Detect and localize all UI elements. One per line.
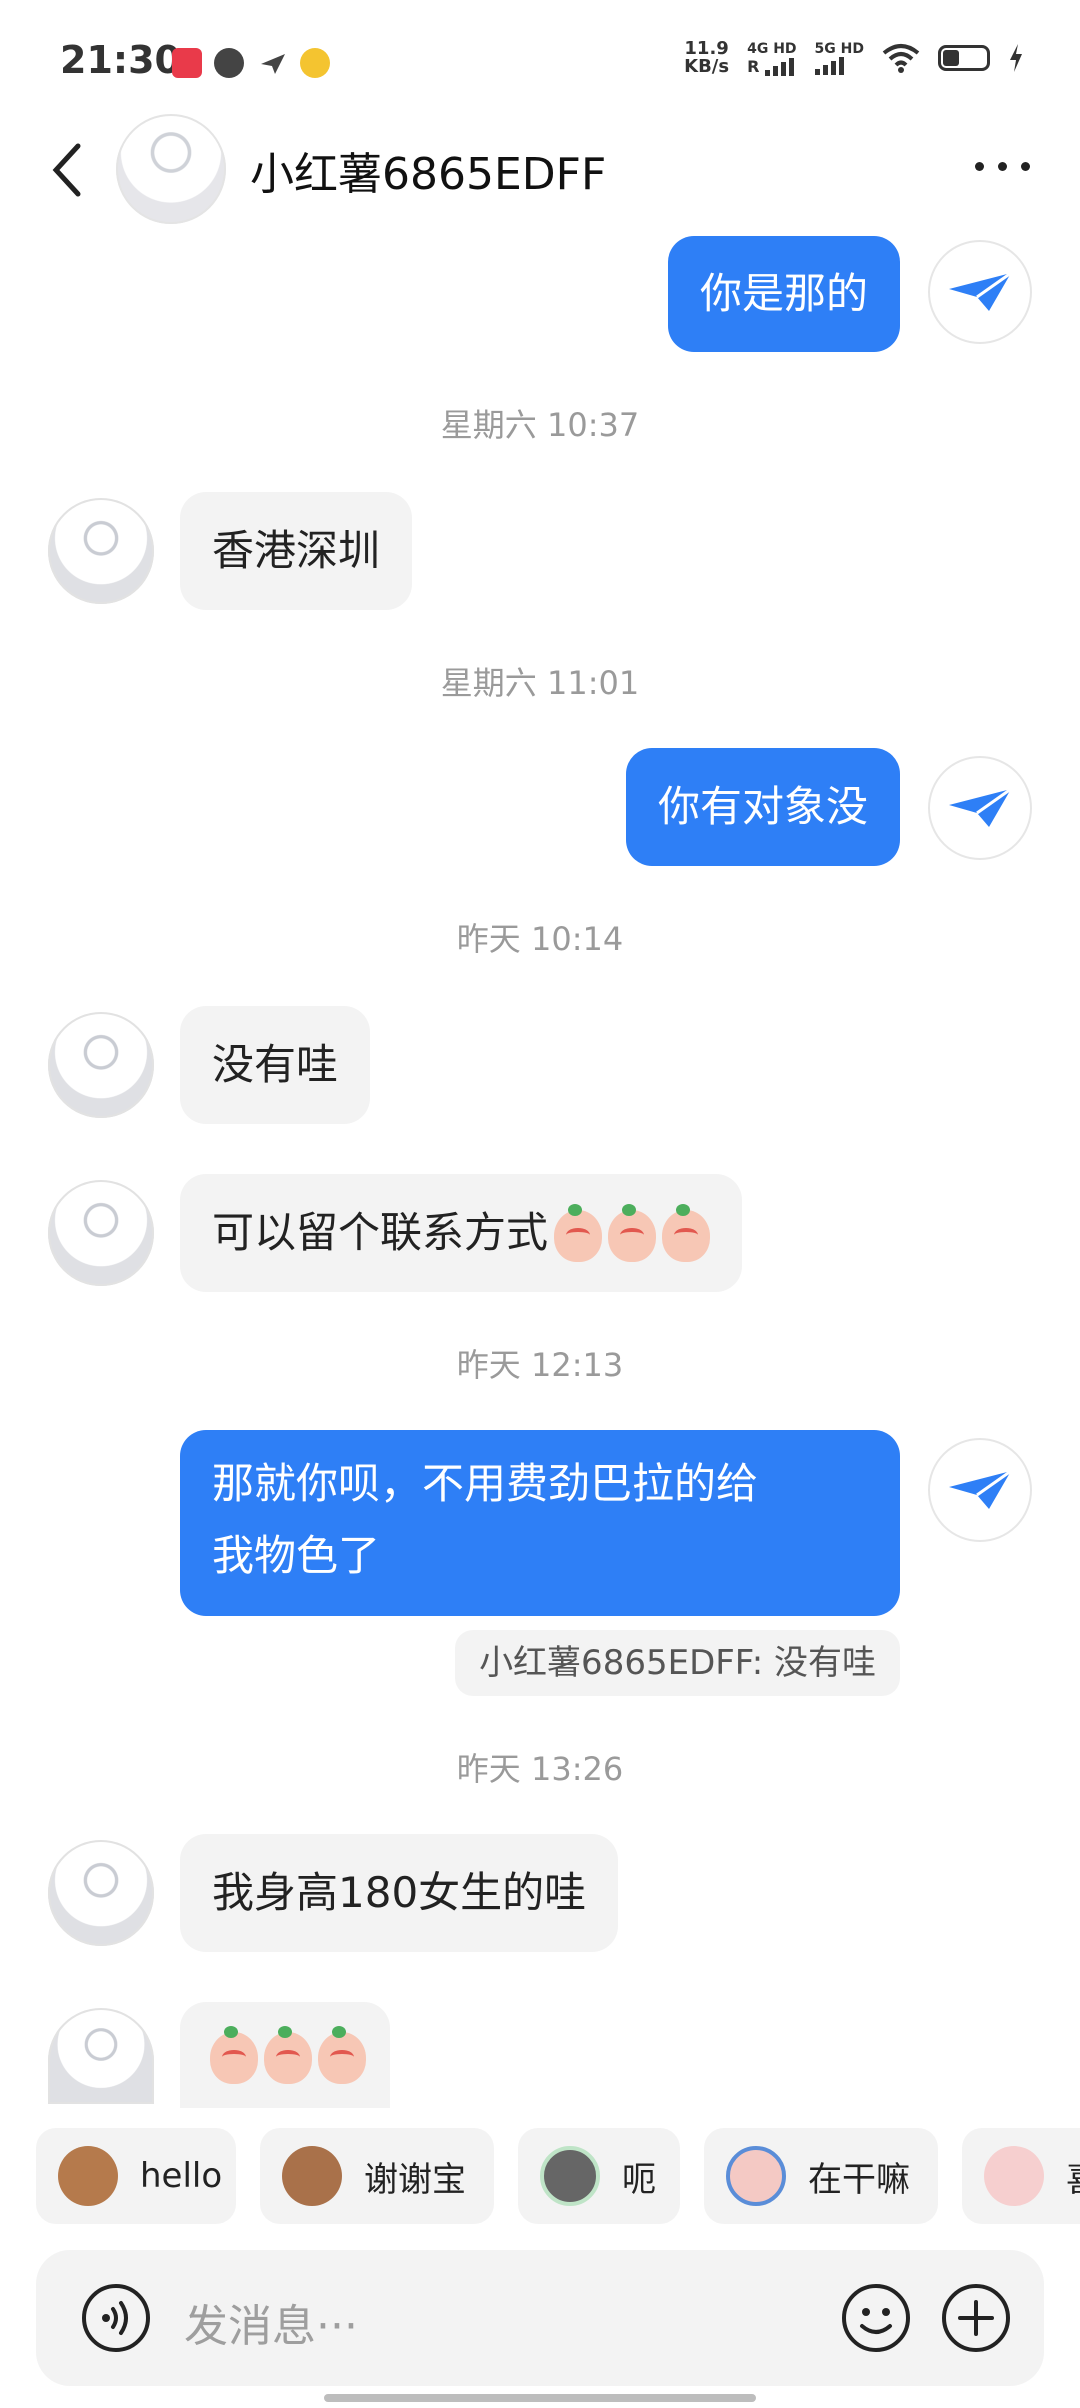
sticker-emoji-icon: [210, 2025, 258, 2084]
contact-avatar[interactable]: [48, 2008, 154, 2104]
send-notification-icon: [258, 48, 288, 78]
sticker-emoji-icon: [608, 1203, 657, 1262]
wifi-icon: [882, 44, 920, 73]
home-indicator[interactable]: [324, 2394, 756, 2402]
sticker-emoji-icon: [318, 2025, 366, 2084]
status-time: 21:30: [60, 38, 181, 82]
quick-reply-thanks[interactable]: 谢谢宝: [260, 2128, 494, 2224]
quick-reply-more[interactable]: 喜: [962, 2128, 1080, 2224]
message-input-bar: 发消息···: [36, 2250, 1044, 2386]
message-text: 可以留个联系方式: [212, 1208, 549, 1257]
outgoing-message[interactable]: 你有对象没: [625, 748, 900, 866]
voice-input-icon[interactable]: [80, 2282, 152, 2354]
quoted-reply[interactable]: 小红薯6865EDFF: 没有哇: [455, 1630, 900, 1696]
back-arrow-icon[interactable]: [48, 140, 88, 200]
pig-sticker-icon: [984, 2146, 1044, 2206]
monkey-sticker-icon: [58, 2146, 118, 2206]
add-attachment-icon[interactable]: [940, 2282, 1012, 2354]
signal-5g-indicator: 5G HD: [814, 41, 864, 75]
incoming-message[interactable]: 我身高180女生的哇: [180, 1834, 619, 1952]
sticker-emoji-icon: [662, 1203, 711, 1262]
weibo-notification-icon: [300, 48, 330, 78]
message-input[interactable]: 发消息···: [184, 2290, 358, 2354]
network-speed: 11.9 KB/s: [684, 38, 730, 77]
signal-4g-indicator: 4G HD R: [747, 40, 797, 76]
magnifier-sticker-icon: [726, 2146, 786, 2206]
outgoing-message[interactable]: 那就你呗，不用费劲巴拉的给 我物色了: [180, 1430, 900, 1616]
cat-sticker-icon: [540, 2146, 600, 2206]
more-options-icon[interactable]: [975, 162, 1030, 171]
contact-avatar[interactable]: [48, 1180, 154, 1286]
quick-reply-what-doing[interactable]: 在干嘛: [704, 2128, 938, 2224]
emoji-icon[interactable]: [840, 2282, 912, 2354]
wechat-notification-icon: [214, 48, 244, 78]
timestamp: 星期六 11:01: [440, 664, 640, 702]
sticker-emoji-icon: [554, 1203, 603, 1262]
battery-icon: [938, 45, 990, 71]
sent-status-icon: [928, 240, 1032, 344]
sticker-emoji-icon: [264, 2025, 312, 2084]
contact-name[interactable]: 小红薯6865EDFF: [250, 138, 606, 202]
xiaohongshu-notification-icon: [172, 48, 202, 78]
incoming-message[interactable]: 可以留个联系方式: [180, 1174, 743, 1292]
signal-bars-icon: [814, 57, 844, 75]
sent-status-icon: [928, 1438, 1032, 1542]
quick-reply-uh[interactable]: 呃: [518, 2128, 680, 2224]
charging-icon: [1010, 44, 1022, 72]
status-bar: 21:30 11.9 KB/s 4G HD R 5G HD: [0, 0, 1080, 120]
quick-reply-hello[interactable]: hello: [36, 2128, 236, 2224]
timestamp: 星期六 10:37: [440, 406, 640, 444]
outgoing-message[interactable]: 你是那的: [667, 236, 900, 352]
monkey-rose-sticker-icon: [282, 2146, 342, 2206]
quick-reply-bar: hello 谢谢宝 呃 在干嘛 喜: [36, 2128, 1080, 2224]
timestamp: 昨天 13:26: [456, 1750, 624, 1788]
chat-header: 小红薯6865EDFF: [0, 110, 1080, 230]
contact-avatar[interactable]: [48, 1840, 154, 1946]
incoming-message[interactable]: 没有哇: [180, 1006, 371, 1124]
contact-avatar[interactable]: [116, 114, 226, 224]
incoming-sticker-message[interactable]: [180, 2002, 390, 2108]
contact-avatar[interactable]: [48, 1012, 154, 1118]
signal-bars-icon: [765, 57, 795, 76]
timestamp: 昨天 12:13: [456, 1346, 624, 1384]
incoming-message[interactable]: 香港深圳: [180, 492, 413, 610]
timestamp: 昨天 10:14: [456, 920, 624, 958]
sent-status-icon: [928, 756, 1032, 860]
contact-avatar[interactable]: [48, 498, 154, 604]
